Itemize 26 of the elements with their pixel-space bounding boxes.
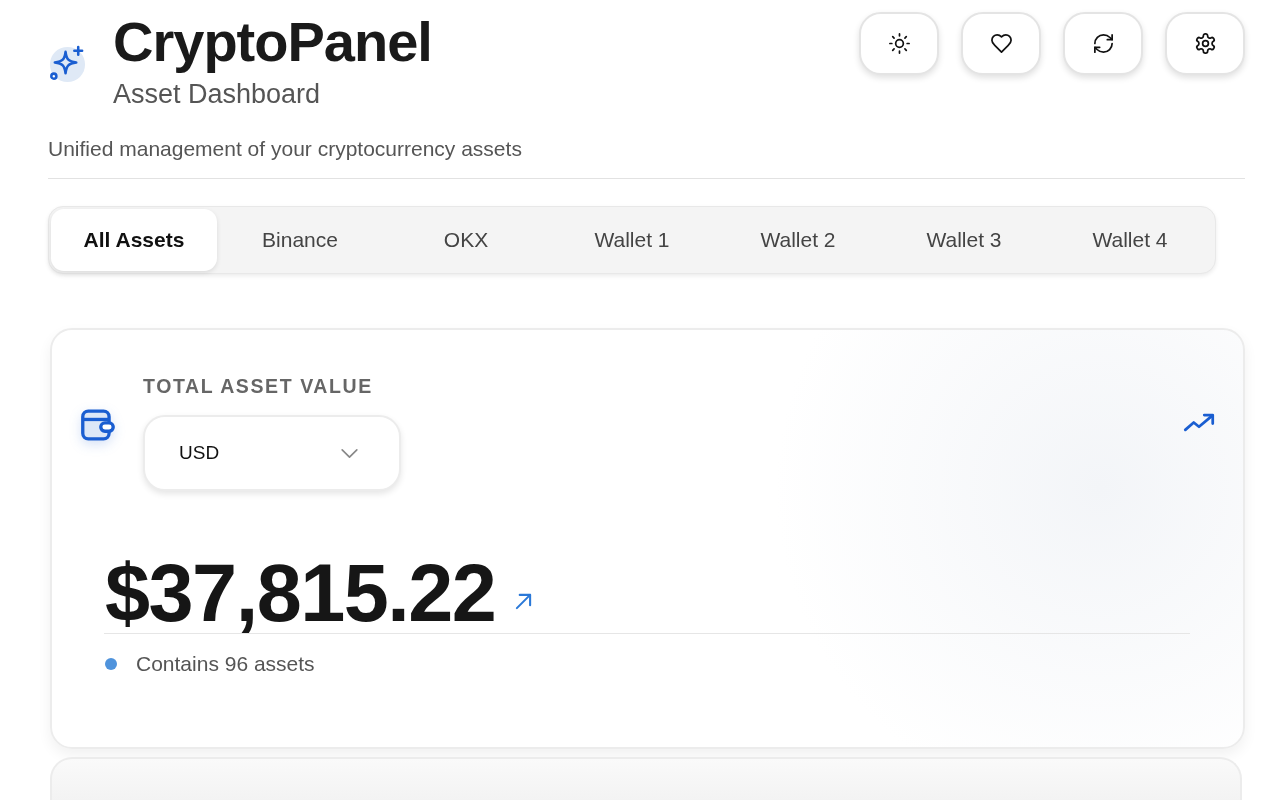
tab[interactable]: Wallet 4 [1047, 209, 1213, 271]
tab[interactable]: Binance [217, 209, 383, 271]
status-dot-icon [105, 658, 117, 670]
chevron-down-icon [340, 447, 359, 459]
refresh-icon [1091, 32, 1115, 55]
tab[interactable]: Wallet 3 [881, 209, 1047, 271]
tab[interactable]: Wallet 1 [549, 209, 715, 271]
wallet-icon [80, 407, 116, 443]
total-amount: $37,815.22 [105, 549, 496, 637]
tab[interactable]: All Assets [51, 209, 217, 271]
refresh-button[interactable] [1063, 12, 1143, 75]
sun-icon [887, 32, 911, 55]
app-subtitle: Asset Dashboard [113, 78, 322, 111]
app-title: CryptoPanel [113, 10, 432, 74]
arrow-up-right-icon [515, 592, 533, 610]
heart-icon [989, 32, 1013, 55]
currency-select[interactable]: USD [143, 415, 401, 491]
tab[interactable]: Wallet 2 [715, 209, 881, 271]
settings-button[interactable] [1165, 12, 1245, 75]
page-description: Unified management of your cryptocurrency assets [48, 136, 523, 162]
card-heading: TOTAL ASSET VALUE [143, 374, 374, 398]
asset-count: Contains 96 assets [136, 651, 315, 677]
tab[interactable]: OKX [383, 209, 549, 271]
sparkles-icon [48, 43, 87, 83]
settings-icon [1193, 32, 1217, 55]
trend-up-icon [1183, 413, 1215, 432]
